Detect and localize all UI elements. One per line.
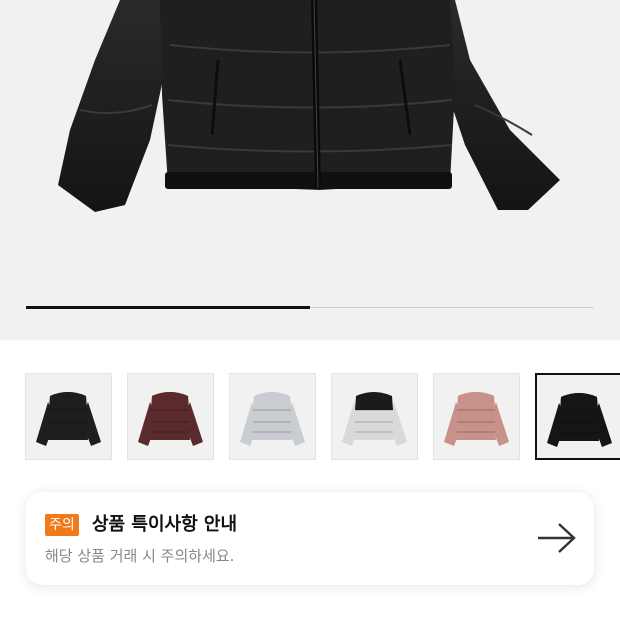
thumbnail-6[interactable] bbox=[535, 373, 620, 460]
carousel-progress-fill bbox=[26, 306, 310, 309]
thumbnail-jacket-image bbox=[547, 393, 612, 447]
thumbnail-1[interactable] bbox=[25, 373, 112, 460]
carousel-progress-track bbox=[26, 306, 594, 309]
product-image-carousel[interactable] bbox=[0, 0, 620, 340]
thumbnail-jacket-image bbox=[444, 392, 509, 446]
product-image bbox=[58, 0, 560, 212]
thumbnail-jacket-image bbox=[342, 392, 407, 446]
notice-title: 상품 특이사항 안내 bbox=[92, 514, 238, 535]
thumbnail-5[interactable] bbox=[433, 373, 520, 460]
notice-card[interactable]: 주의 상품 특이사항 안내 해당 상품 거래 시 주의하세요. bbox=[26, 492, 594, 585]
thumbnail-list bbox=[25, 373, 620, 463]
notice-description: 해당 상품 거래 시 주의하세요. bbox=[45, 547, 235, 565]
thumbnail-jacket-image bbox=[240, 392, 305, 446]
arrow-right-icon[interactable] bbox=[534, 520, 578, 556]
thumbnail-4[interactable] bbox=[331, 373, 418, 460]
thumbnail-jacket-image bbox=[36, 392, 101, 446]
caution-badge: 주의 bbox=[45, 514, 79, 536]
thumbnail-3[interactable] bbox=[229, 373, 316, 460]
thumbnail-jacket-image bbox=[138, 392, 203, 446]
thumbnail-2[interactable] bbox=[127, 373, 214, 460]
